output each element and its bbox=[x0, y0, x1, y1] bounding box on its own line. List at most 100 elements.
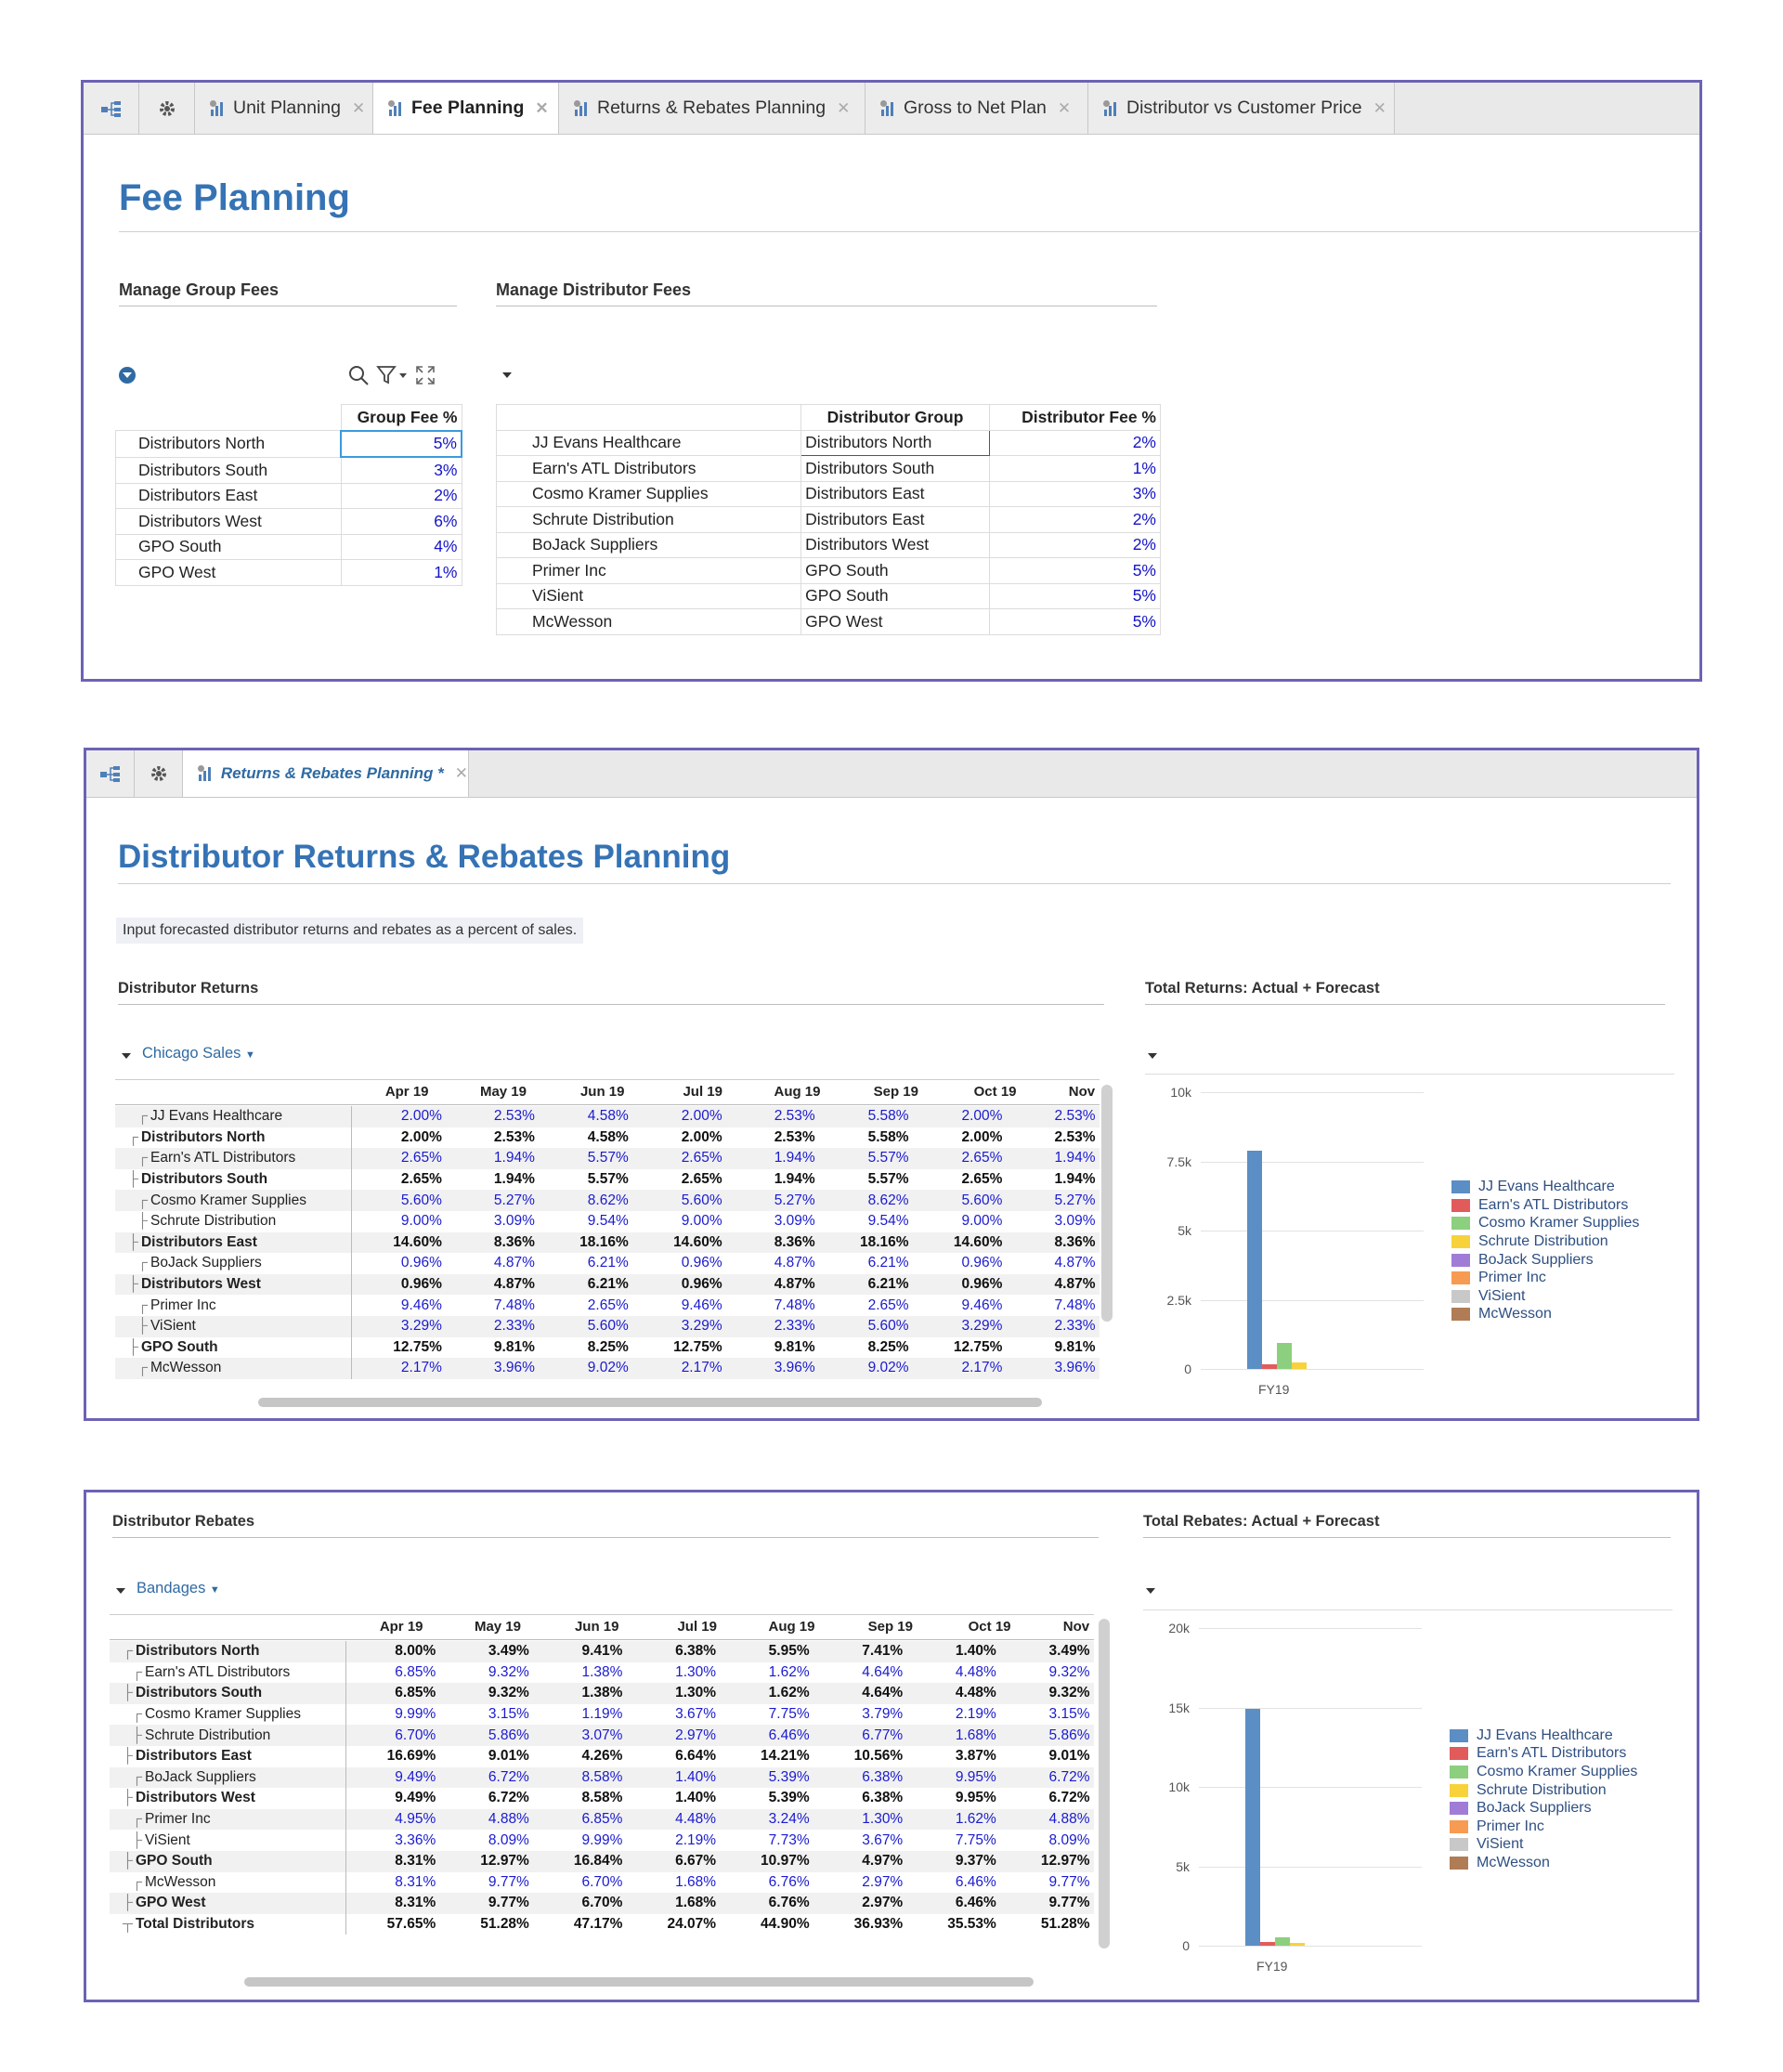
vertical-scrollbar[interactable] bbox=[1101, 1085, 1113, 1322]
percent-cell[interactable]: 1.94% bbox=[1006, 1169, 1099, 1191]
fee-input[interactable]: 5% bbox=[988, 557, 1162, 584]
percent-cell[interactable]: 9.32% bbox=[439, 1683, 533, 1704]
percent-cell[interactable]: 3.09% bbox=[446, 1211, 539, 1232]
percent-cell[interactable]: 9.49% bbox=[345, 1766, 440, 1789]
close-icon[interactable]: ✕ bbox=[1058, 99, 1071, 118]
fee-input[interactable]: 3% bbox=[988, 480, 1162, 507]
percent-cell[interactable]: 1.40% bbox=[906, 1641, 1000, 1662]
percent-cell[interactable]: 2.65% bbox=[351, 1148, 446, 1169]
percent-cell[interactable]: 9.99% bbox=[533, 1830, 627, 1851]
chevron-down-icon[interactable] bbox=[1146, 1588, 1155, 1594]
percent-cell[interactable]: 12.97% bbox=[999, 1850, 1094, 1872]
percent-cell[interactable]: 3.09% bbox=[1006, 1211, 1099, 1232]
percent-cell[interactable]: 5.58% bbox=[818, 1106, 913, 1127]
percent-cell[interactable]: 8.31% bbox=[345, 1893, 440, 1914]
percent-cell[interactable]: 8.31% bbox=[345, 1850, 440, 1872]
percent-cell[interactable]: 8.00% bbox=[345, 1641, 440, 1662]
tab-returns-rebates-planning[interactable]: Returns & Rebates Planning ✕ bbox=[559, 83, 865, 134]
percent-cell[interactable]: 16.69% bbox=[345, 1746, 439, 1767]
fee-input[interactable]: 1% bbox=[988, 455, 1162, 482]
percent-cell[interactable]: 5.86% bbox=[999, 1725, 1094, 1746]
legend-item[interactable]: Schrute Distribution bbox=[1450, 1781, 1637, 1800]
percent-cell[interactable]: 7.48% bbox=[446, 1295, 539, 1316]
close-icon[interactable]: ✕ bbox=[1373, 99, 1386, 118]
fee-input[interactable]: 2% bbox=[988, 506, 1162, 533]
group-select[interactable]: GPO South bbox=[800, 582, 990, 609]
tab-unit-planning[interactable]: Unit Planning ✕ bbox=[195, 83, 373, 134]
tab-returns-rebates-planning[interactable]: Returns & Rebates Planning * ✕ bbox=[183, 750, 469, 797]
percent-cell[interactable]: 2.00% bbox=[632, 1127, 726, 1149]
legend-item[interactable]: Cosmo Kramer Supplies bbox=[1450, 1763, 1637, 1781]
percent-cell[interactable]: 9.49% bbox=[345, 1788, 439, 1809]
bar-cosmo-kramer-supplies[interactable] bbox=[1277, 1342, 1292, 1369]
percent-cell[interactable]: 36.93% bbox=[813, 1914, 907, 1935]
percent-cell[interactable]: 9.32% bbox=[999, 1683, 1094, 1704]
percent-cell[interactable]: 1.30% bbox=[813, 1808, 907, 1831]
percent-cell[interactable]: 1.94% bbox=[446, 1169, 539, 1191]
percent-cell[interactable]: 2.00% bbox=[913, 1127, 1007, 1149]
percent-cell[interactable]: 4.88% bbox=[999, 1808, 1094, 1831]
percent-cell[interactable]: 5.95% bbox=[720, 1641, 813, 1662]
legend-item[interactable]: Earn's ATL Distributors bbox=[1450, 1745, 1637, 1764]
percent-cell[interactable]: 4.87% bbox=[1006, 1253, 1099, 1274]
hierarchy-icon[interactable] bbox=[86, 750, 135, 797]
percent-cell[interactable]: 2.65% bbox=[631, 1148, 726, 1169]
percent-cell[interactable]: 10.97% bbox=[720, 1850, 813, 1872]
close-icon[interactable]: ✕ bbox=[535, 99, 548, 118]
percent-cell[interactable]: 6.76% bbox=[720, 1872, 813, 1894]
percent-cell[interactable]: 5.60% bbox=[818, 1315, 913, 1337]
percent-cell[interactable]: 24.07% bbox=[626, 1914, 720, 1935]
percent-cell[interactable]: 9.81% bbox=[446, 1337, 539, 1359]
percent-cell[interactable]: 9.54% bbox=[819, 1211, 913, 1232]
percent-cell[interactable]: 57.65% bbox=[345, 1914, 439, 1935]
percent-cell[interactable]: 9.77% bbox=[999, 1893, 1094, 1914]
percent-cell[interactable]: 2.53% bbox=[445, 1106, 539, 1127]
percent-cell[interactable]: 2.97% bbox=[626, 1725, 721, 1746]
bar-schrute-distribution[interactable] bbox=[1290, 1942, 1305, 1946]
percent-cell[interactable]: 3.96% bbox=[445, 1358, 539, 1379]
percent-cell[interactable]: 4.48% bbox=[626, 1808, 721, 1831]
percent-cell[interactable]: 18.16% bbox=[818, 1231, 913, 1254]
fee-input[interactable]: 5% bbox=[988, 608, 1162, 635]
fee-input[interactable]: 3% bbox=[340, 456, 462, 484]
percent-cell[interactable]: 3.87% bbox=[906, 1746, 1000, 1767]
percent-cell[interactable]: 1.68% bbox=[626, 1893, 721, 1914]
percent-cell[interactable]: 3.67% bbox=[813, 1830, 907, 1851]
fee-input[interactable]: 2% bbox=[988, 429, 1162, 456]
bar-jj-evans-healthcare[interactable] bbox=[1245, 1709, 1260, 1946]
percent-cell[interactable]: 8.09% bbox=[1000, 1830, 1094, 1851]
percent-cell[interactable]: 9.01% bbox=[1000, 1746, 1094, 1767]
group-select[interactable]: Distributors South bbox=[800, 455, 990, 482]
horizontal-scrollbar[interactable] bbox=[258, 1398, 1042, 1407]
percent-cell[interactable]: 2.53% bbox=[1006, 1106, 1100, 1127]
percent-cell[interactable]: 6.21% bbox=[818, 1273, 913, 1296]
percent-cell[interactable]: 7.75% bbox=[720, 1704, 813, 1726]
percent-cell[interactable]: 6.72% bbox=[439, 1788, 533, 1809]
percent-cell[interactable]: 2.65% bbox=[632, 1169, 726, 1191]
percent-cell[interactable]: 8.25% bbox=[819, 1337, 913, 1359]
percent-cell[interactable]: 35.53% bbox=[906, 1914, 1000, 1935]
percent-cell[interactable]: 8.31% bbox=[345, 1872, 439, 1894]
percent-cell[interactable]: 5.60% bbox=[351, 1190, 446, 1211]
chevron-down-icon[interactable] bbox=[1148, 1053, 1157, 1059]
percent-cell[interactable]: 3.15% bbox=[1000, 1704, 1094, 1726]
percent-cell[interactable]: 6.21% bbox=[539, 1253, 632, 1274]
percent-cell[interactable]: 1.94% bbox=[445, 1148, 539, 1169]
close-icon[interactable]: ✕ bbox=[455, 764, 468, 783]
percent-cell[interactable]: 9.00% bbox=[632, 1211, 726, 1232]
percent-cell[interactable]: 6.64% bbox=[626, 1746, 720, 1767]
legend-item[interactable]: Primer Inc bbox=[1451, 1269, 1639, 1287]
percent-cell[interactable]: 2.53% bbox=[725, 1106, 819, 1127]
percent-cell[interactable]: 12.75% bbox=[632, 1337, 726, 1359]
percent-cell[interactable]: 8.58% bbox=[533, 1788, 627, 1809]
percent-cell[interactable]: 14.60% bbox=[631, 1231, 726, 1254]
legend-item[interactable]: McWesson bbox=[1451, 1306, 1639, 1324]
percent-cell[interactable]: 2.00% bbox=[351, 1106, 446, 1127]
percent-cell[interactable]: 1.38% bbox=[533, 1662, 627, 1684]
percent-cell[interactable]: 4.97% bbox=[813, 1850, 907, 1872]
percent-cell[interactable]: 5.58% bbox=[819, 1127, 913, 1149]
percent-cell[interactable]: 9.46% bbox=[632, 1295, 726, 1316]
percent-cell[interactable]: 1.62% bbox=[906, 1808, 1000, 1831]
percent-cell[interactable]: 3.29% bbox=[351, 1315, 446, 1337]
percent-cell[interactable]: 4.87% bbox=[445, 1273, 539, 1296]
